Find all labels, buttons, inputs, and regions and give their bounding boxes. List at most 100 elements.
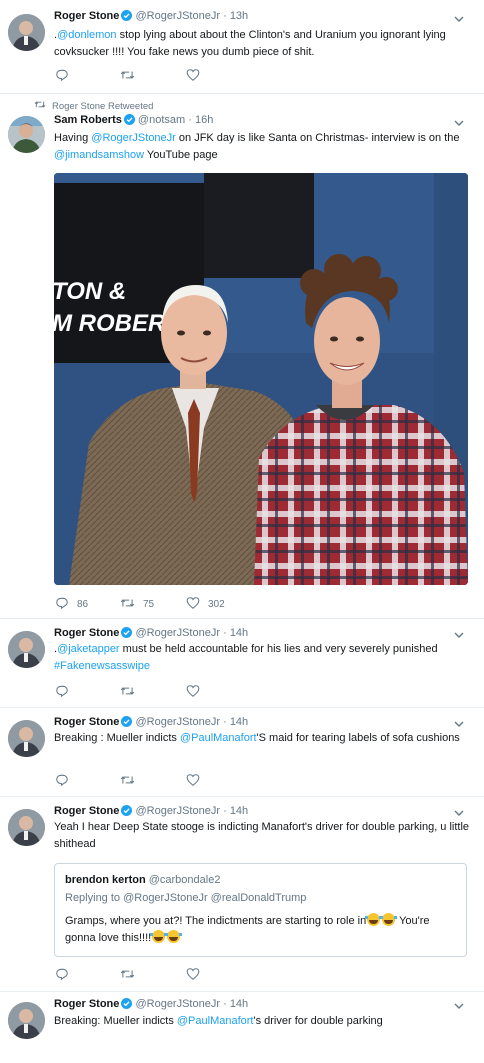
separator-dot: ·	[223, 627, 227, 639]
tweet-photo[interactable]: TON & M ROBERT	[54, 173, 468, 585]
retweet-button[interactable]	[120, 684, 135, 700]
author-name[interactable]: Roger Stone	[54, 805, 119, 817]
reply-button[interactable]	[55, 967, 69, 983]
tweet-link[interactable]: @jaketapper	[57, 643, 120, 655]
tweet-link[interactable]: @jimandsamshow	[54, 149, 144, 161]
retweet-button[interactable]	[120, 773, 135, 789]
retweet-count: 75	[143, 598, 155, 610]
avatar[interactable]	[8, 720, 45, 757]
retweet-icon	[120, 773, 135, 790]
tweet-link[interactable]: @donlemon	[57, 29, 116, 41]
tweet-link[interactable]: @RogerJStoneJr	[91, 132, 176, 144]
heart-icon	[186, 684, 200, 701]
verified-badge-icon	[121, 998, 133, 1012]
timestamp[interactable]: 14h	[230, 805, 248, 817]
tears-of-joy-emoji-icon	[380, 913, 398, 926]
like-button[interactable]	[186, 967, 200, 983]
author-handle[interactable]: @RogerJStoneJr	[135, 805, 220, 817]
author-name[interactable]: Roger Stone	[54, 716, 119, 728]
tweet-link[interactable]: @PaulManafort	[180, 732, 257, 744]
retweet-icon	[120, 684, 135, 701]
tweet-actions	[54, 967, 254, 983]
reply-icon	[55, 684, 69, 701]
timestamp[interactable]: 14h	[230, 998, 248, 1010]
retweet-context[interactable]: Roger Stone Retweeted	[34, 100, 153, 112]
tweet-text: Breaking: Mueller indicts @PaulManafort'…	[54, 1013, 470, 1030]
retweet-button[interactable]	[120, 68, 135, 84]
reply-icon	[55, 967, 69, 984]
author-handle[interactable]: @RogerJStoneJr	[135, 627, 220, 639]
heart-icon	[186, 773, 200, 790]
separator-dot: ·	[223, 805, 227, 817]
tweet-link[interactable]: @PaulManafort	[177, 1015, 254, 1027]
separator-dot: ·	[188, 114, 192, 126]
retweet-icon	[34, 99, 52, 113]
tweet[interactable]: Roger Stone @RogerJStoneJr · 14h Yeah I …	[0, 797, 484, 992]
verified-badge-icon	[121, 805, 133, 819]
chevron-down-icon[interactable]	[452, 116, 466, 130]
author-name[interactable]: Roger Stone	[54, 998, 119, 1010]
tweet[interactable]: Roger Stone Retweeted Sam Roberts @notsa…	[0, 94, 484, 619]
like-button[interactable]	[186, 68, 200, 84]
retweet-button[interactable]	[120, 967, 135, 983]
like-button[interactable]	[186, 773, 200, 789]
sign-text-line-1: TON &	[54, 278, 126, 305]
tears-of-joy-emoji-icon	[165, 929, 183, 943]
chevron-down-icon[interactable]	[452, 717, 466, 731]
quoted-text-part-1: Gramps, where you at?! The indictments a…	[65, 915, 367, 927]
author-handle[interactable]: @notsam	[138, 114, 185, 126]
separator-dot: ·	[223, 716, 227, 728]
separator-dot: ·	[223, 10, 227, 22]
reply-count: 86	[77, 598, 89, 610]
avatar[interactable]	[8, 14, 45, 51]
tears-of-joy-emoji-icon	[150, 929, 168, 943]
heart-icon	[186, 596, 200, 613]
tweet-text-segment: Having	[54, 132, 92, 144]
timestamp[interactable]: 14h	[230, 716, 248, 728]
author-name[interactable]: Roger Stone	[54, 10, 119, 22]
retweet-button[interactable]: 75	[120, 596, 154, 612]
tweet-text-segment: on JFK day is like Santa on Christmas- i…	[175, 132, 460, 144]
reply-button[interactable]	[55, 773, 69, 789]
quoted-tweet[interactable]: brendon kerton @carbondale2 Replying to …	[54, 863, 467, 957]
tweet-text: .@jaketapper must be held accountable fo…	[54, 641, 470, 674]
reply-button[interactable]	[55, 68, 69, 84]
quoted-author-handle: @carbondale2	[148, 874, 221, 886]
author-handle[interactable]: @RogerJStoneJr	[135, 10, 220, 22]
tweet-text-segment: 's driver for double parking	[253, 1015, 383, 1027]
retweet-icon	[120, 967, 135, 984]
replying-to: Replying to @RogerJStoneJr @realDonaldTr…	[65, 892, 307, 904]
chevron-down-icon[interactable]	[452, 806, 466, 820]
tweet-link[interactable]: #Fakenewsasswipe	[54, 660, 150, 672]
tweet[interactable]: Roger Stone @RogerJStoneJr · 14h Breakin…	[0, 708, 484, 797]
retweet-icon	[120, 596, 135, 613]
tweet-text: Having @RogerJStoneJr on JFK day is like…	[54, 130, 470, 163]
tweet-actions: 86 75 302	[54, 596, 294, 612]
tweet[interactable]: Roger Stone @RogerJStoneJr · 13h .@donle…	[0, 0, 484, 94]
author-name[interactable]: Roger Stone	[54, 627, 119, 639]
avatar[interactable]	[8, 116, 45, 153]
timeline-feed: Roger Stone @RogerJStoneJr · 13h .@donle…	[0, 0, 484, 1063]
tweet-text: .@donlemon stop lying about about the Cl…	[54, 27, 470, 60]
reply-button[interactable]: 86	[55, 596, 88, 612]
author-handle[interactable]: @RogerJStoneJr	[135, 998, 220, 1010]
tweet-actions	[54, 684, 254, 700]
avatar[interactable]	[8, 1002, 45, 1039]
avatar[interactable]	[8, 809, 45, 846]
reply-icon	[55, 68, 69, 85]
timestamp[interactable]: 13h	[230, 10, 248, 22]
avatar[interactable]	[8, 631, 45, 668]
like-button[interactable]	[186, 684, 200, 700]
tweet[interactable]: Roger Stone @RogerJStoneJr · 14h Breakin…	[0, 992, 484, 1063]
chevron-down-icon[interactable]	[452, 628, 466, 642]
author-handle[interactable]: @RogerJStoneJr	[135, 716, 220, 728]
timestamp[interactable]: 14h	[230, 627, 248, 639]
like-button[interactable]: 302	[186, 596, 225, 612]
chevron-down-icon[interactable]	[452, 999, 466, 1013]
tweet[interactable]: Roger Stone @RogerJStoneJr · 14h .@jaket…	[0, 619, 484, 708]
tweet-header: Sam Roberts @notsam · 16h	[54, 114, 460, 130]
timestamp[interactable]: 16h	[195, 114, 213, 126]
chevron-down-icon[interactable]	[452, 12, 466, 26]
reply-button[interactable]	[55, 684, 69, 700]
author-name[interactable]: Sam Roberts	[54, 114, 122, 126]
